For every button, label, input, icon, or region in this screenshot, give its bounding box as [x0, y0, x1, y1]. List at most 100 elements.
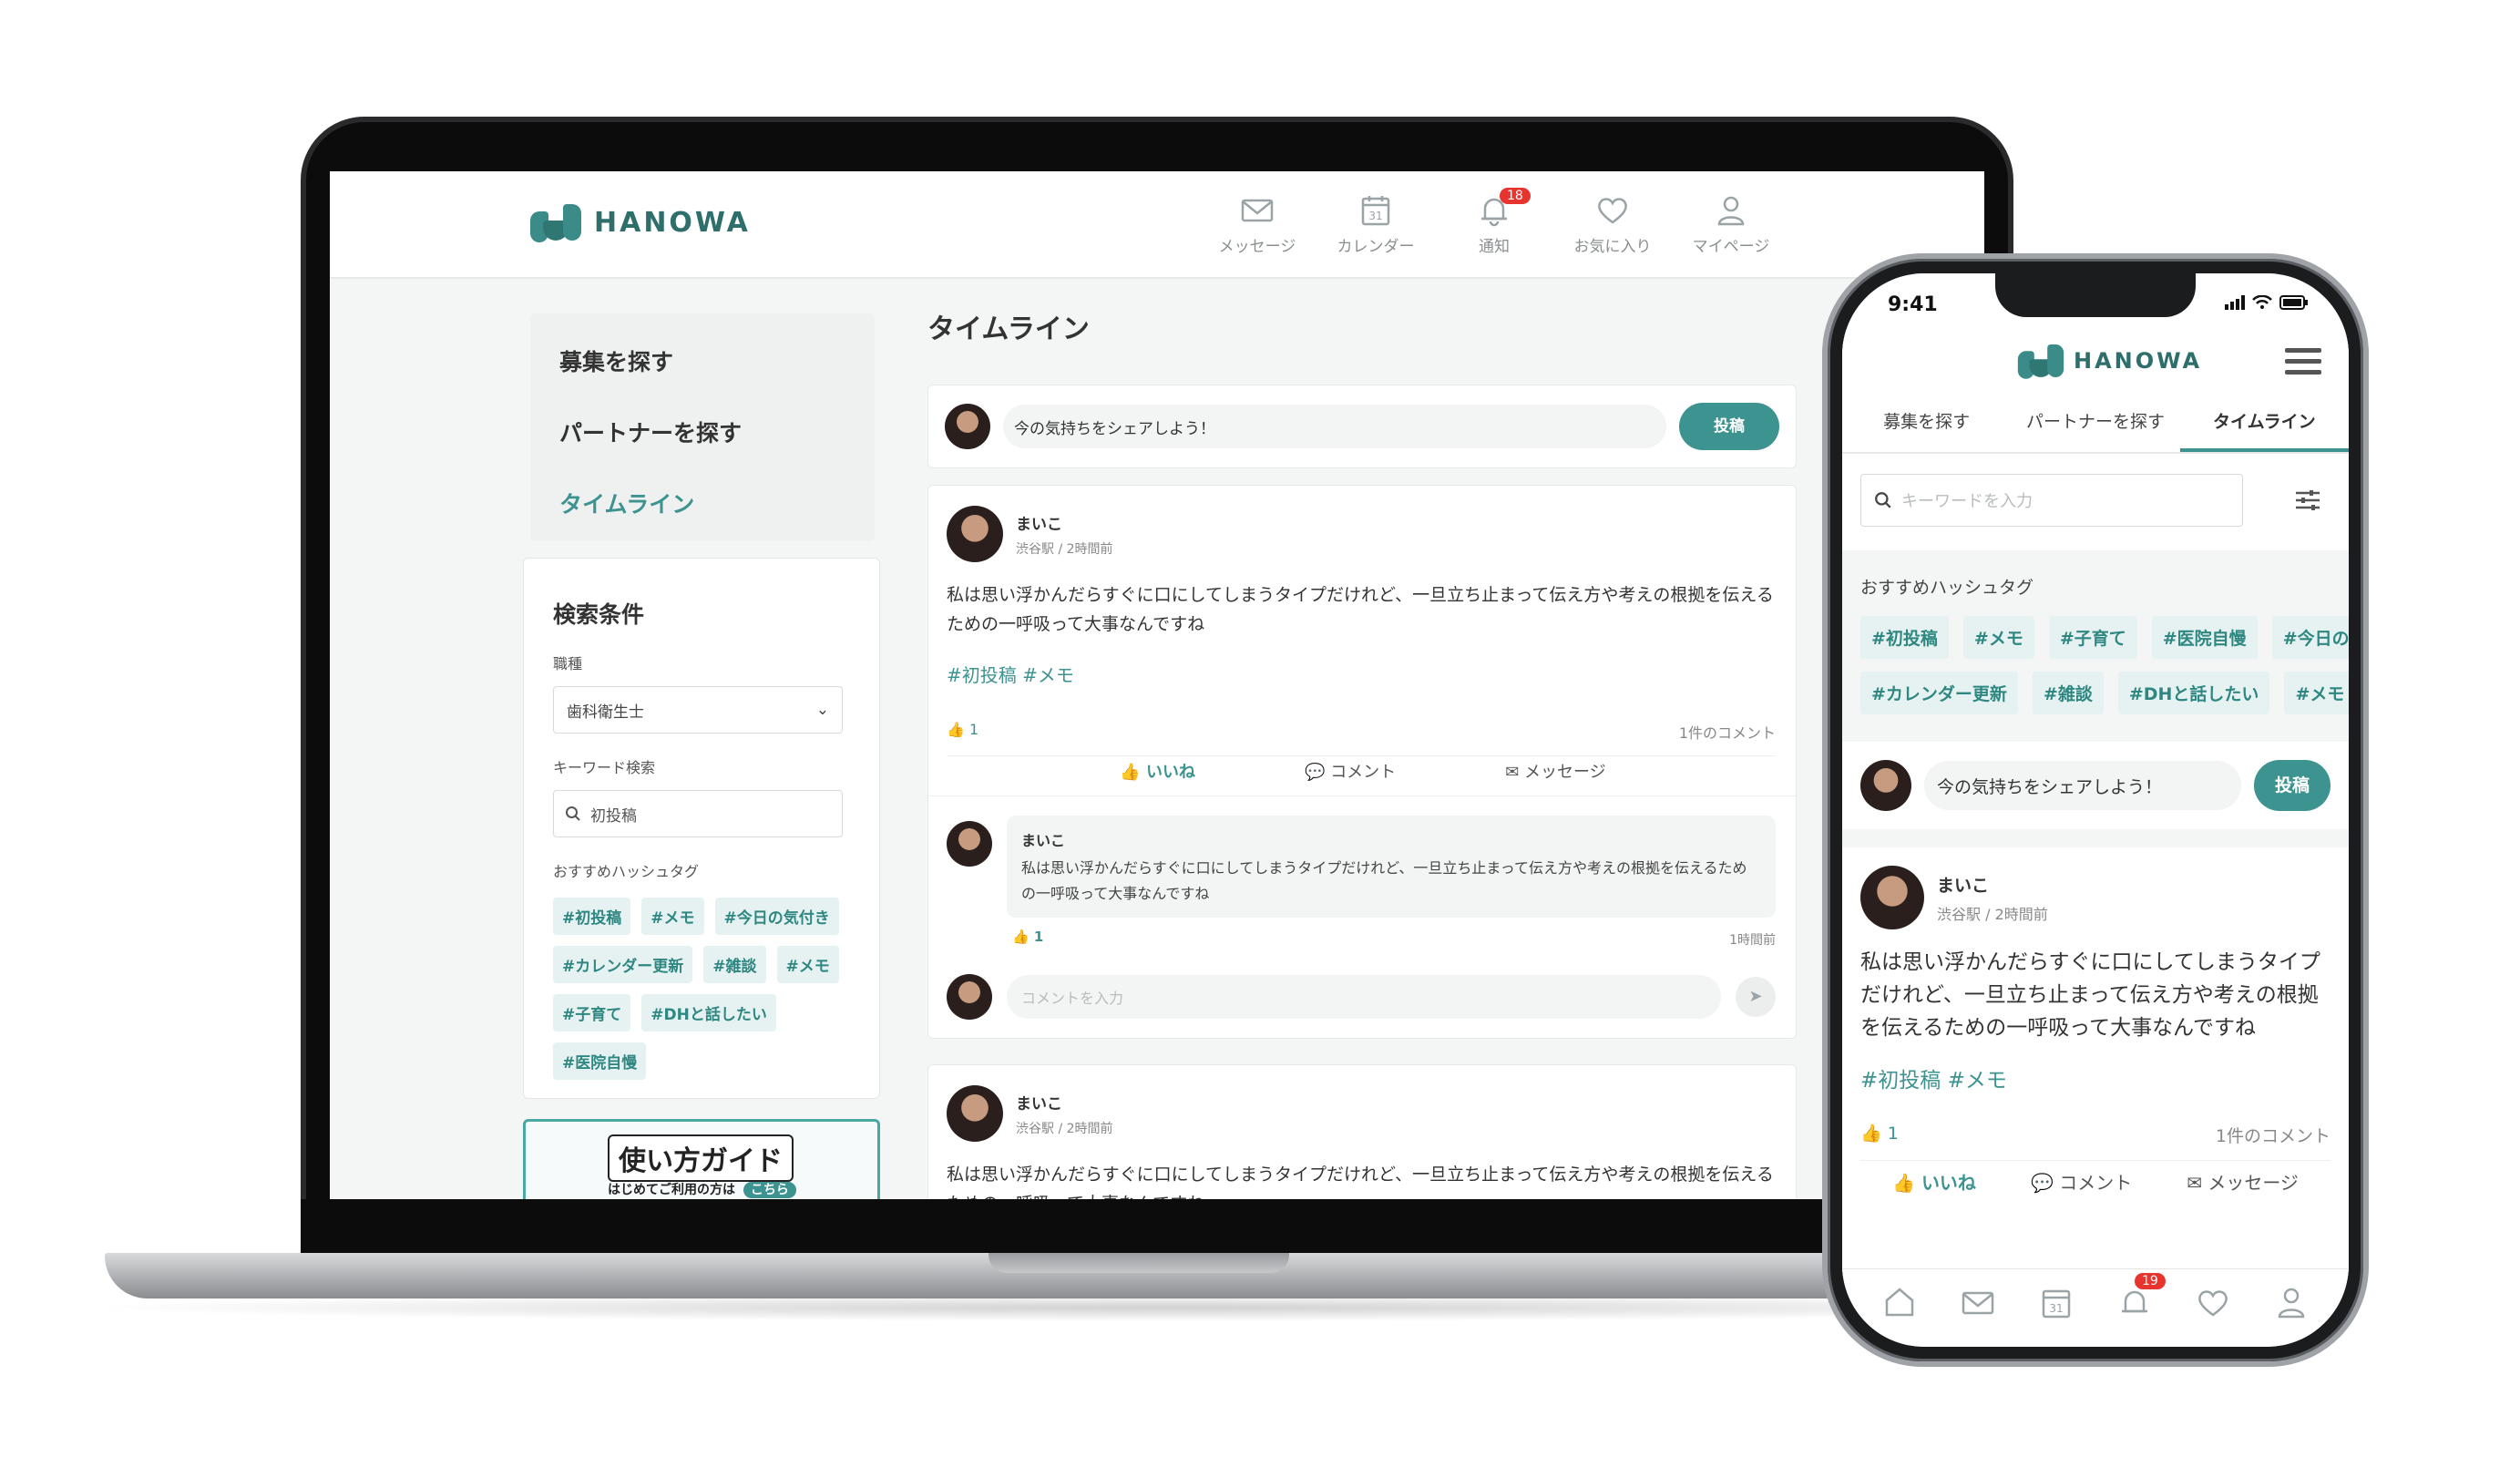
wifi-icon [2252, 295, 2272, 309]
hashtag-label: おすすめハッシュタグ [1860, 578, 2034, 598]
tab-recruit[interactable]: 募集を探す [1842, 394, 2011, 452]
message-button-label: メッセージ [1524, 763, 1606, 782]
heart-icon[interactable] [2195, 1284, 2231, 1320]
avatar[interactable] [1860, 866, 1924, 929]
avatar[interactable] [947, 821, 992, 867]
hashtag-chip[interactable]: #医院自慢 [2151, 616, 2258, 659]
timeline-post: まいこ 渋谷駅 / 2時間前 私は思い浮かんだらすぐに口にしてしまうタイプだけれ… [927, 1064, 1797, 1199]
post-header: まいこ 渋谷駅 / 2時間前 [947, 506, 1113, 562]
post-button[interactable]: 投稿 [2254, 760, 2330, 811]
filter-icon[interactable] [2294, 488, 2321, 512]
keyword-input[interactable]: 初投稿 [553, 790, 843, 837]
nav-favorites[interactable]: お気に入り [1569, 193, 1656, 256]
hashtag-chip[interactable]: #メモ [2284, 672, 2349, 714]
comment-count[interactable]: 1件のコメント [1679, 721, 1776, 743]
nav-messages[interactable]: メッセージ [1214, 193, 1301, 256]
hamburger-menu-icon[interactable] [2285, 348, 2321, 375]
laptop-notch [989, 1253, 1289, 1273]
comment-author[interactable]: まいこ [1021, 828, 1761, 850]
comment-input-row: コメントを入力 ➤ [947, 974, 1776, 1020]
like-button[interactable]: 👍 いいね [1892, 1168, 1976, 1195]
like-count-value: 1 [1887, 1124, 1899, 1144]
status-time: 9:41 [1888, 293, 1938, 316]
sidebar-item-timeline[interactable]: タイムライン [559, 487, 845, 519]
logo-text: HANOWA [2074, 348, 2203, 374]
hashtag-chip[interactable]: #メモ [641, 898, 704, 935]
laptop-bezel [301, 1199, 2013, 1257]
avatar[interactable] [947, 506, 1003, 562]
share-box: 今の気持ちをシェアしよう！ 投稿 [1842, 742, 2349, 829]
comment-button[interactable]: 💬 コメント [2031, 1168, 2132, 1195]
hashtag-chip[interactable]: #DHと話したい [2117, 672, 2270, 714]
user-icon [1713, 193, 1749, 228]
comment-button[interactable]: 💬 コメント [1305, 759, 1396, 783]
notification-badge: 18 [1500, 188, 1531, 204]
mobile-header: HANOWA [1842, 328, 2349, 394]
share-input[interactable]: 今の気持ちをシェアしよう！ [1924, 761, 2241, 810]
hashtag-chip[interactable]: #メモ [776, 946, 839, 983]
post-author[interactable]: まいこ [1937, 872, 2048, 897]
post-button[interactable]: 投稿 [1679, 403, 1779, 450]
hashtag-chip[interactable]: #カレンダー更新 [1860, 672, 2018, 714]
header-nav: メッセージ 31 カレンダー 18 通知 お気に入り マイページ [1214, 188, 1775, 256]
sidebar-item-partner[interactable]: パートナーを探す [559, 416, 845, 448]
keyword-input-value: 初投稿 [590, 806, 637, 826]
job-select[interactable]: 歯科衛生士 ⌄ [553, 686, 843, 734]
hashtag-chip[interactable]: #雑談 [2032, 672, 2104, 714]
hashtag-chip[interactable]: #初投稿 [553, 898, 631, 935]
send-icon[interactable]: ➤ [1736, 977, 1776, 1017]
comment-input[interactable]: コメントを入力 [1007, 975, 1721, 1019]
search-input[interactable]: キーワードを入力 [1860, 474, 2243, 527]
message-button[interactable]: ✉ メッセージ [1505, 759, 1605, 783]
hashtag-chip[interactable]: #カレンダー更新 [553, 946, 693, 983]
comment-text: 私は思い浮かんだらすぐに口にしてしまうタイプだけれど、一旦立ち止まって伝え方や考… [1021, 859, 1747, 902]
hashtag-chip[interactable]: #メモ [1962, 616, 2034, 659]
mail-icon[interactable] [1960, 1284, 1996, 1320]
hashtag-chip[interactable]: #子育て [553, 994, 631, 1032]
nav-notifications[interactable]: 18 通知 [1450, 188, 1538, 256]
timeline-post: まいこ 渋谷駅 / 2時間前 私は思い浮かんだらすぐに口にしてしまうタイプだけれ… [927, 485, 1798, 1039]
sidebar-item-recruit[interactable]: 募集を探す [559, 344, 845, 377]
hashtag-chip[interactable]: #子育て [2048, 616, 2137, 659]
post-hashtags[interactable]: #初投稿 #メモ [947, 661, 1074, 687]
comment-icon: 💬 [2030, 1172, 2054, 1194]
post-author[interactable]: まいこ [1016, 511, 1113, 534]
post-meta: 渋谷駅 / 2時間前 [1016, 541, 1113, 557]
mobile-tabs: 募集を探す パートナーを探す タイムライン [1842, 394, 2349, 454]
post-author[interactable]: まいこ [1016, 1091, 1113, 1114]
logo-mark-icon [2017, 341, 2064, 380]
logo[interactable]: HANOWA [2015, 339, 2202, 383]
nav-mypage[interactable]: マイページ [1687, 193, 1775, 256]
user-icon[interactable] [2273, 1284, 2310, 1320]
share-input[interactable]: 今の気持ちをシェアしよう！ [1003, 405, 1666, 448]
avatar [947, 974, 992, 1020]
chevron-down-icon: ⌄ [815, 701, 829, 719]
notification-badge: 19 [2135, 1272, 2166, 1289]
tab-timeline[interactable]: タイムライン [2179, 394, 2349, 452]
calendar-icon[interactable]: 31 [2038, 1284, 2074, 1320]
hashtag-chip[interactable]: #医院自慢 [553, 1042, 647, 1080]
comment-count[interactable]: 1件のコメント [2216, 1123, 2330, 1147]
post-stats: 👍 1 1件のコメント [1860, 1123, 2330, 1161]
bell-icon[interactable]: 19 [2116, 1272, 2166, 1320]
post-hashtags[interactable]: #初投稿 #メモ [1860, 1062, 2007, 1093]
nav-calendar[interactable]: 31 カレンダー [1332, 193, 1419, 256]
hashtag-chip[interactable]: #今日の [2271, 616, 2349, 659]
tab-partner[interactable]: パートナーを探す [2011, 394, 2179, 452]
hashtag-chip[interactable]: #DHと話したい [641, 994, 776, 1032]
logo[interactable]: HANOWA [530, 200, 751, 244]
like-button[interactable]: 👍 いいね [1120, 759, 1195, 783]
home-icon[interactable] [1881, 1284, 1918, 1320]
hashtag-list: #初投稿 #メモ #今日の気付き #カレンダー更新 #雑談 #メモ #子育て #… [553, 898, 854, 1080]
hashtag-chip[interactable]: #今日の気付き [714, 898, 839, 935]
hashtag-label: おすすめハッシュタグ [553, 863, 700, 880]
avatar[interactable] [947, 1085, 1003, 1142]
guide-banner-cta[interactable]: こちら [743, 1182, 796, 1198]
hashtag-chip[interactable]: #雑談 [703, 946, 766, 983]
comment-like[interactable]: 👍 1 [1012, 929, 1043, 945]
logo-mark-icon [530, 200, 581, 244]
hashtag-chip[interactable]: #初投稿 [1860, 616, 1949, 659]
message-button[interactable]: ✉ メッセージ [2187, 1168, 2299, 1195]
guide-banner[interactable]: 使い方ガイド はじめてご利用の方は こちら [523, 1119, 880, 1199]
mobile-search-row: キーワードを入力 [1842, 454, 2349, 550]
